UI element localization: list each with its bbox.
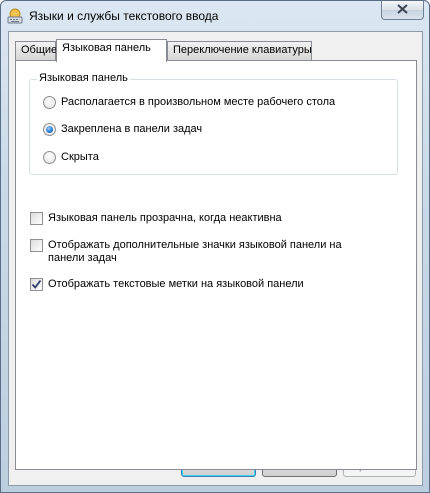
radio-label: Закреплена в панели задач [61, 123, 203, 135]
keyboard-language-icon [7, 8, 23, 24]
checkbox-transparent[interactable]: Языковая панель прозрачна, когда неактив… [30, 212, 282, 225]
radio-button[interactable] [43, 151, 56, 164]
tab-panel-language-bar: Языковая панель Располагается в произвол… [15, 60, 417, 470]
radio-label: Располагается в произвольном месте рабоч… [61, 96, 336, 108]
close-button[interactable] [381, 1, 424, 20]
title-bar[interactable]: Языки и службы текстового ввода [1, 1, 429, 31]
dialog-client-area: Общие Языковая панель Переключение клави… [8, 31, 423, 486]
checkbox[interactable] [30, 239, 43, 252]
close-icon [397, 3, 408, 17]
checkbox-checked[interactable] [30, 278, 43, 291]
checkbox-label: Отображать текстовые метки на языковой п… [48, 278, 304, 290]
checkmark-icon [31, 279, 42, 290]
checkbox-label: Языковая панель прозрачна, когда неактив… [48, 212, 282, 224]
tab-keyboard-switching[interactable]: Переключение клавиатуры [167, 41, 312, 60]
radio-docked[interactable]: Закреплена в панели задач [43, 123, 202, 136]
dialog-window: Языки и службы текстового ввода Общие Яз… [0, 0, 430, 493]
checkbox-extra-icons[interactable]: Отображать дополнительные значки языково… [30, 239, 378, 265]
checkbox[interactable] [30, 212, 43, 225]
radio-hidden[interactable]: Скрыта [43, 151, 99, 164]
tab-label: Языковая панель [62, 42, 151, 54]
window-title: Языки и службы текстового ввода [29, 9, 219, 23]
radio-floating[interactable]: Располагается в произвольном месте рабоч… [43, 96, 335, 109]
radio-button[interactable] [43, 96, 56, 109]
radio-button-selected[interactable] [43, 123, 56, 136]
tab-language-bar[interactable]: Языковая панель [56, 39, 167, 62]
tab-label: Общие [21, 44, 58, 56]
language-bar-groupbox: Языковая панель Располагается в произвол… [29, 72, 398, 175]
radio-label: Скрыта [61, 151, 99, 163]
groupbox-title: Языковая панель [37, 72, 130, 84]
checkbox-label: Отображать дополнительные значки языково… [48, 239, 342, 264]
tab-label: Переключение клавиатуры [173, 44, 312, 56]
checkbox-text-labels[interactable]: Отображать текстовые метки на языковой п… [30, 278, 304, 291]
tab-general[interactable]: Общие [15, 41, 58, 60]
